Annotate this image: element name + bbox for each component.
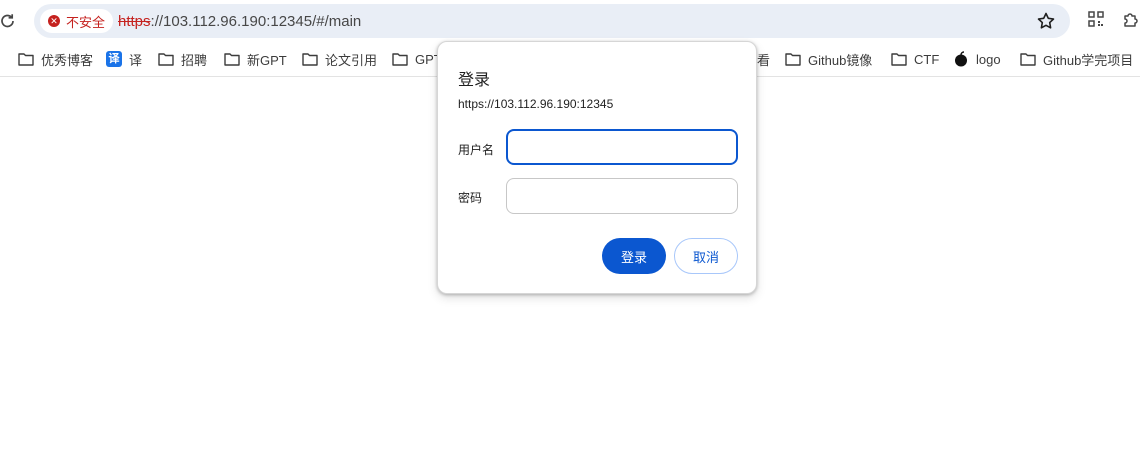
username-field[interactable] xyxy=(506,129,738,165)
folder-icon xyxy=(392,53,408,66)
bookmark-label: Github镜像 xyxy=(808,52,873,68)
extensions-icon[interactable] xyxy=(1122,11,1140,29)
bookmark-label: Github学完项目 xyxy=(1043,52,1134,68)
security-chip[interactable]: ✕ 不安全 xyxy=(40,9,114,33)
bookmark-star-icon[interactable] xyxy=(1036,11,1056,31)
bookmark-label: 招聘 xyxy=(181,52,208,68)
bookmark-folder[interactable]: 优秀博客 xyxy=(18,42,93,76)
bookmark-label: CTF xyxy=(914,51,940,67)
bookmark-label: 新GPT xyxy=(247,52,287,68)
bookmark-folder[interactable]: 招聘 xyxy=(158,42,207,76)
bookmark-folder[interactable]: CTF xyxy=(891,42,939,76)
not-secure-icon: ✕ xyxy=(48,15,60,27)
security-label: 不安全 xyxy=(66,14,106,30)
folder-icon xyxy=(785,53,801,66)
apple-icon xyxy=(955,51,967,67)
bookmark-partial[interactable]: 看 xyxy=(757,42,770,76)
reload-icon[interactable] xyxy=(0,12,16,30)
bookmark-label: 优秀博客 xyxy=(41,52,94,68)
folder-icon xyxy=(891,53,907,66)
bookmark-folder[interactable]: 论文引用 xyxy=(302,42,377,76)
folder-icon xyxy=(158,53,174,66)
login-dialog: 登录 https://103.112.96.190:12345 用户名 密码 登… xyxy=(437,41,757,294)
bookmark-label: logo xyxy=(976,51,1001,67)
browser-toolbar: ✕ 不安全 https://103.112.96.190:12345/#/mai… xyxy=(0,0,1140,42)
address-bar[interactable]: ✕ 不安全 https://103.112.96.190:12345/#/mai… xyxy=(34,4,1070,38)
login-button[interactable]: 登录 xyxy=(602,238,666,274)
bookmark-logo[interactable]: logo xyxy=(953,42,1001,76)
folder-icon xyxy=(1020,53,1036,66)
dialog-origin: https://103.112.96.190:12345 xyxy=(458,97,614,111)
password-field[interactable] xyxy=(506,178,738,214)
folder-icon xyxy=(302,53,318,66)
bookmark-folder[interactable]: GPT xyxy=(392,42,442,76)
bookmark-folder[interactable]: Github镜像 xyxy=(785,42,872,76)
translate-icon: 译 xyxy=(106,51,122,67)
password-label: 密码 xyxy=(458,191,483,205)
bookmark-translate[interactable]: 译 译 xyxy=(106,42,142,76)
url-rest: ://103.112.96.190:12345/#/main xyxy=(150,13,362,30)
bookmark-label: 论文引用 xyxy=(325,52,378,68)
folder-icon xyxy=(224,53,240,66)
bookmark-folder[interactable]: Github学完项目 xyxy=(1020,42,1133,76)
bookmark-folder[interactable]: 新GPT xyxy=(224,42,287,76)
qr-code-icon[interactable] xyxy=(1088,11,1104,27)
dialog-title: 登录 xyxy=(458,72,491,89)
folder-icon xyxy=(18,53,34,66)
url-text[interactable]: https://103.112.96.190:12345/#/main xyxy=(118,13,361,30)
cancel-button[interactable]: 取消 xyxy=(674,238,738,274)
bookmark-label: 译 xyxy=(129,52,143,68)
bookmark-label: 看 xyxy=(757,52,771,68)
url-scheme: https xyxy=(118,13,151,30)
username-label: 用户名 xyxy=(458,143,495,157)
